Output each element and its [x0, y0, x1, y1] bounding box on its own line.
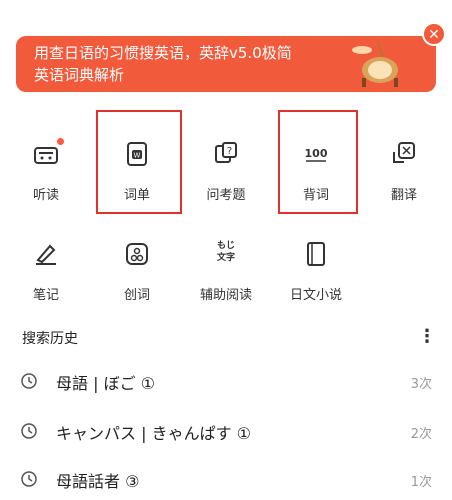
history-word: 母語 | ぼご ①	[56, 374, 155, 393]
banner-line2: 英语词典解析	[34, 66, 125, 84]
menu-item-assisted-reading[interactable]: もじ 文字 辅助阅读	[186, 240, 266, 303]
hundred-icon-text: 100	[305, 147, 328, 160]
history-word: 母語話者 ③	[56, 472, 140, 491]
menu-item-translate[interactable]: 翻译	[364, 140, 444, 203]
moji-icon-top: もじ	[216, 241, 235, 251]
book-icon	[307, 242, 325, 266]
banner-line1: 用查日语的习惯搜英语，英辞v5.0极简	[34, 44, 292, 62]
moji-icon-bottom: 文字	[216, 253, 235, 263]
menu-item-label: 听读	[32, 188, 59, 203]
menu-item-japanese-novel[interactable]: 日文小说	[276, 240, 356, 303]
moji-icon: もじ 文字	[212, 240, 240, 268]
clock-icon	[21, 423, 37, 439]
menu-item-ask-question[interactable]: ? 问考题	[186, 140, 266, 203]
hundred-icon: 100	[305, 147, 328, 162]
svg-text:?: ?	[227, 146, 232, 157]
banner-text: 用查日语的习惯搜英语，英辞v5.0极简 英语词典解析	[34, 42, 354, 86]
menu-item-create-word[interactable]: 创词	[97, 240, 177, 303]
history-item[interactable]: キャンパス | きゃんぱす ① 2次	[0, 412, 452, 452]
pen-icon	[36, 244, 56, 265]
create-word-icon	[126, 243, 148, 265]
menu-item-label: 创词	[123, 288, 150, 303]
close-icon[interactable]: ✕	[422, 22, 446, 46]
history-word: キャンパス | きゃんぱす ①	[56, 424, 251, 443]
menu-item-label: 笔记	[32, 288, 59, 303]
history-item[interactable]: 母語話者 ③ 1次	[0, 460, 452, 500]
menu-item-label: 翻译	[390, 188, 417, 203]
more-options-icon[interactable]: ⋮	[418, 326, 436, 347]
question-icon: ?	[215, 142, 237, 163]
drum-icon	[352, 41, 398, 87]
menu-item-label: 辅助阅读	[199, 288, 252, 303]
history-item[interactable]: 母語 | ぼご ① 3次	[0, 362, 452, 402]
menu-item-recite[interactable]: 100 背词	[276, 140, 356, 203]
wordbook-icon: W	[127, 142, 147, 166]
notification-dot	[57, 138, 64, 145]
menu-item-label: 背词	[302, 188, 329, 203]
menu-item-label: 日文小说	[289, 288, 342, 303]
menu-item-wordlist[interactable]: W 词单	[97, 140, 177, 203]
promo-banner[interactable]: 用查日语的习惯搜英语，英辞v5.0极简 英语词典解析	[16, 36, 436, 92]
menu-item-notes[interactable]: 笔记	[6, 240, 86, 303]
history-count: 1次	[410, 475, 432, 490]
radio-icon	[34, 147, 58, 164]
translate-icon	[393, 142, 415, 163]
history-count: 3次	[410, 377, 432, 392]
history-count: 2次	[410, 427, 432, 442]
menu-item-label: 词单	[123, 188, 150, 203]
clock-icon	[21, 471, 37, 487]
clock-icon	[21, 373, 37, 389]
menu-item-label: 问考题	[206, 188, 246, 203]
menu-item-listen[interactable]: 听读	[6, 140, 86, 203]
svg-text:W: W	[134, 152, 141, 160]
search-history-title: 搜索历史	[22, 331, 78, 347]
